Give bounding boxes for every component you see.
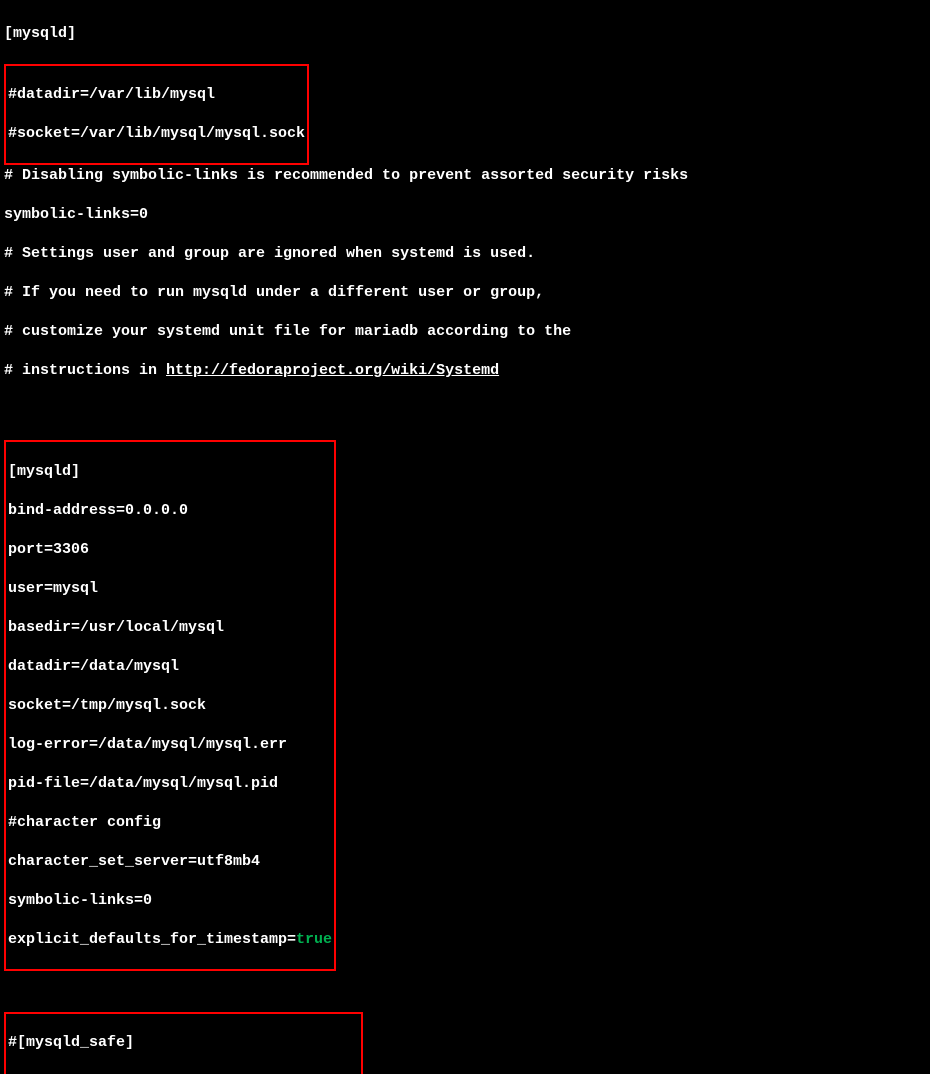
config-line: character_set_server=utf8mb4: [8, 852, 332, 872]
config-line: basedir=/usr/local/mysql: [8, 618, 332, 638]
top-header: [mysqld]: [4, 24, 926, 44]
config-line: datadir=/data/mysql: [8, 657, 332, 677]
config-line: bind-address=0.0.0.0: [8, 501, 332, 521]
true-value: true: [296, 931, 332, 948]
config-line: port=3306: [8, 540, 332, 560]
comment-line: # Settings user and group are ignored wh…: [4, 244, 926, 264]
comment-line: # instructions in http://fedoraproject.o…: [4, 361, 926, 381]
comment-line: # If you need to run mysqld under a diff…: [4, 283, 926, 303]
config-key: explicit_defaults_for_timestamp=: [8, 931, 296, 948]
config-line: #socket=/var/lib/mysql/mysql.sock: [8, 124, 305, 144]
section-header: [mysqld]: [8, 462, 332, 482]
comment-line: #character config: [8, 813, 332, 833]
config-line: socket=/tmp/mysql.sock: [8, 696, 332, 716]
config-line: symbolic-links=0: [8, 891, 332, 911]
terminal-output[interactable]: [mysqld] #datadir=/var/lib/mysql #socket…: [4, 4, 926, 1074]
comment-prefix: # instructions in: [4, 362, 166, 379]
blank-line: [4, 400, 926, 420]
comment-line: # customize your systemd unit file for m…: [4, 322, 926, 342]
config-line: pid-file=/data/mysql/mysql.pid: [8, 774, 332, 794]
section-header: #[mysqld_safe]: [8, 1033, 359, 1053]
highlight-box-2: [mysqld] bind-address=0.0.0.0 port=3306 …: [4, 440, 336, 971]
config-line: user=mysql: [8, 579, 332, 599]
config-line: explicit_defaults_for_timestamp=true: [8, 930, 332, 950]
highlight-box-1: #datadir=/var/lib/mysql #socket=/var/lib…: [4, 64, 309, 166]
highlight-box-3: #[mysqld_safe] #log-error=/var/log/maria…: [4, 1012, 363, 1074]
config-line: #log-error=/var/log/mariadb/mariadb.log: [8, 1072, 359, 1074]
systemd-link[interactable]: http://fedoraproject.org/wiki/Systemd: [166, 362, 499, 379]
comment-line: # Disabling symbolic-links is recommende…: [4, 166, 926, 186]
config-line: #datadir=/var/lib/mysql: [8, 85, 305, 105]
config-line: log-error=/data/mysql/mysql.err: [8, 735, 332, 755]
blank-line: [4, 972, 926, 992]
config-line: symbolic-links=0: [4, 205, 926, 225]
